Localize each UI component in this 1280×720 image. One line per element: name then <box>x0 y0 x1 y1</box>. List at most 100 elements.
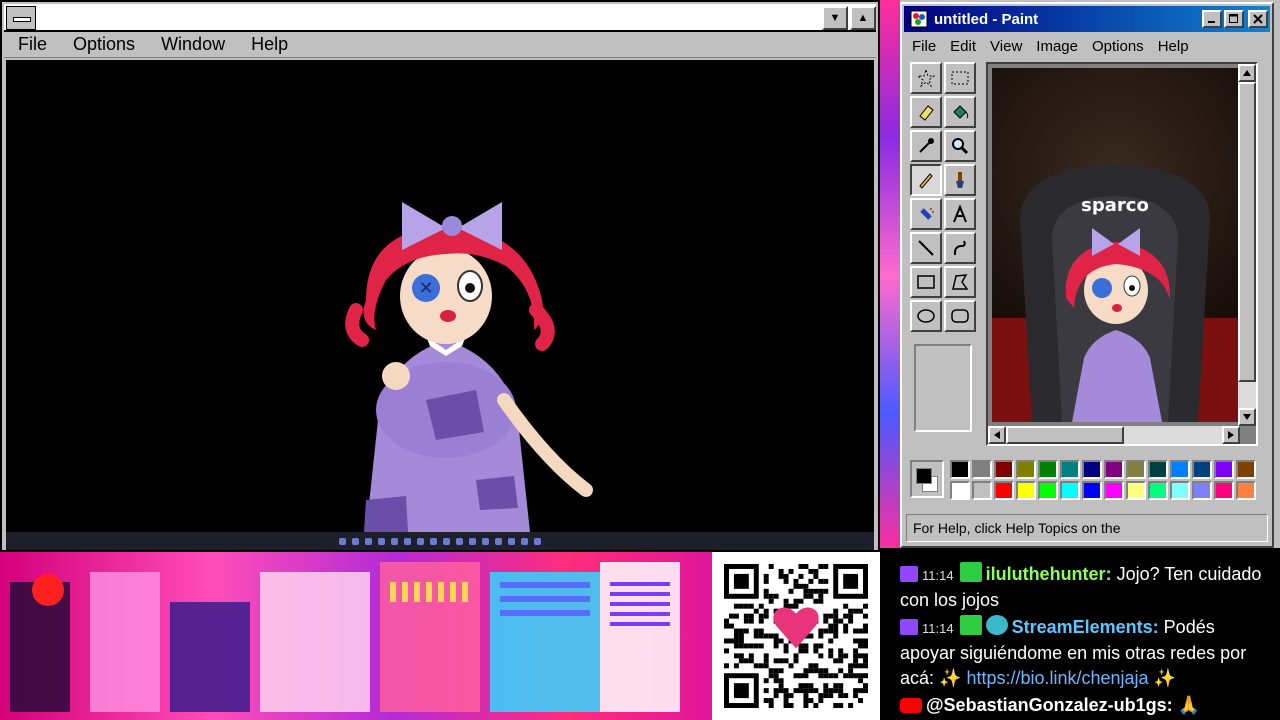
minimize-button[interactable] <box>1202 10 1222 28</box>
taskbar-icon[interactable] <box>482 537 489 545</box>
color-swatch[interactable] <box>950 481 970 500</box>
chat-link[interactable]: https://bio.link/chenjaja <box>966 668 1148 688</box>
paint-menu-view[interactable]: View <box>990 38 1022 55</box>
status-bar: For Help, click Help Topics on the <box>906 514 1268 542</box>
horizontal-scroll-thumb[interactable] <box>1006 426 1124 444</box>
color-swatch[interactable] <box>1126 481 1146 500</box>
color-swatch[interactable] <box>994 460 1014 479</box>
maximize-button[interactable] <box>1224 10 1244 28</box>
color-swatch[interactable] <box>1170 460 1190 479</box>
curve-icon <box>953 240 966 256</box>
current-colors[interactable] <box>910 460 944 498</box>
menu-file[interactable]: File <box>18 34 47 55</box>
rect-select-tool[interactable] <box>944 62 976 94</box>
close-button[interactable] <box>1248 10 1268 28</box>
taskbar-icon[interactable] <box>534 537 541 545</box>
scroll-right-button[interactable] <box>1222 426 1240 444</box>
paint-menu-options[interactable]: Options <box>1092 38 1144 55</box>
rectangle-tool[interactable] <box>910 266 942 298</box>
color-swatch[interactable] <box>972 481 992 500</box>
minimize-button[interactable]: ▼ <box>822 6 848 30</box>
pencil-tool[interactable] <box>910 164 942 196</box>
taskbar-icon[interactable] <box>417 537 424 545</box>
taskbar-icon[interactable] <box>391 537 398 545</box>
curve-tool[interactable] <box>944 232 976 264</box>
menu-options[interactable]: Options <box>73 34 135 55</box>
color-swatch[interactable] <box>1082 460 1102 479</box>
viewer-window: ▼ ▲ File Options Window Help ✕ <box>0 0 880 552</box>
color-swatch[interactable] <box>994 481 1014 500</box>
color-swatch[interactable] <box>1016 481 1036 500</box>
color-swatch[interactable] <box>1038 481 1058 500</box>
color-swatch[interactable] <box>1192 481 1212 500</box>
rounded-rect-tool[interactable] <box>944 300 976 332</box>
color-swatch[interactable] <box>1236 460 1256 479</box>
paint-menu-file[interactable]: File <box>912 38 936 55</box>
color-swatch[interactable] <box>1104 481 1124 500</box>
taskbar-icon[interactable] <box>456 537 463 545</box>
color-swatch[interactable] <box>1214 481 1234 500</box>
scroll-left-button[interactable] <box>988 426 1006 444</box>
free-select-tool[interactable] <box>910 62 942 94</box>
scroll-down-button[interactable] <box>1238 408 1256 426</box>
chat-username[interactable]: @SebastianGonzalez-ub1gs: <box>926 695 1173 715</box>
color-swatch[interactable] <box>950 460 970 479</box>
color-swatch[interactable] <box>1126 460 1146 479</box>
chat-username[interactable]: StreamElements <box>1012 617 1153 637</box>
color-swatch[interactable] <box>1104 460 1124 479</box>
ellipse-tool[interactable] <box>910 300 942 332</box>
palette-swatches <box>950 460 1256 500</box>
color-swatch[interactable] <box>1038 460 1058 479</box>
taskbar-icon[interactable] <box>495 537 502 545</box>
paint-canvas[interactable]: sparco <box>992 68 1238 422</box>
taskbar-icon[interactable] <box>378 537 385 545</box>
color-swatch[interactable] <box>1214 460 1234 479</box>
color-swatch[interactable] <box>972 460 992 479</box>
paint-menu-edit[interactable]: Edit <box>950 38 976 55</box>
color-swatch[interactable] <box>1016 460 1036 479</box>
color-picker-tool[interactable] <box>910 130 942 162</box>
line-tool[interactable] <box>910 232 942 264</box>
viewer-titlebar[interactable]: ▼ ▲ <box>4 4 876 32</box>
paint-menu-help[interactable]: Help <box>1158 38 1189 55</box>
brush-tool[interactable] <box>944 164 976 196</box>
qr-code[interactable] <box>724 564 868 708</box>
scroll-up-button[interactable] <box>1238 64 1256 82</box>
taskbar-icon[interactable] <box>339 537 346 545</box>
color-swatch[interactable] <box>1060 481 1080 500</box>
color-swatch[interactable] <box>1148 481 1168 500</box>
tool-options-box[interactable] <box>914 344 972 432</box>
color-swatch[interactable] <box>1060 460 1080 479</box>
chat-username[interactable]: iluluthehunter <box>986 564 1106 584</box>
color-swatch[interactable] <box>1192 460 1212 479</box>
taskbar-icon[interactable] <box>352 537 359 545</box>
taskbar-icon[interactable] <box>443 537 450 545</box>
taskbar-icon[interactable] <box>521 537 528 545</box>
paint-window: untitled - Paint File Edit View Image Op… <box>900 2 1274 548</box>
menu-window[interactable]: Window <box>161 34 225 55</box>
color-swatch[interactable] <box>1148 460 1168 479</box>
taskbar-icon[interactable] <box>365 537 372 545</box>
foreground-color-swatch[interactable] <box>916 468 932 484</box>
color-swatch[interactable] <box>1082 481 1102 500</box>
taskbar-icon[interactable] <box>469 537 476 545</box>
eraser-tool[interactable] <box>910 96 942 128</box>
taskbar-icon[interactable] <box>430 537 437 545</box>
vertical-scroll-thumb[interactable] <box>1238 82 1256 382</box>
horizontal-scrollbar[interactable] <box>988 426 1240 444</box>
menu-help[interactable]: Help <box>251 34 288 55</box>
text-tool[interactable] <box>944 198 976 230</box>
paint-menu-image[interactable]: Image <box>1036 38 1078 55</box>
paint-titlebar[interactable]: untitled - Paint <box>904 6 1270 32</box>
magnifier-tool[interactable] <box>944 130 976 162</box>
color-swatch[interactable] <box>1170 481 1190 500</box>
vertical-scrollbar[interactable] <box>1238 64 1256 426</box>
maximize-button[interactable]: ▲ <box>850 6 876 30</box>
fill-tool[interactable] <box>944 96 976 128</box>
polygon-tool[interactable] <box>944 266 976 298</box>
airbrush-tool[interactable] <box>910 198 942 230</box>
color-swatch[interactable] <box>1236 481 1256 500</box>
system-menu-button[interactable] <box>6 6 36 30</box>
taskbar-icon[interactable] <box>508 537 515 545</box>
taskbar-icon[interactable] <box>404 537 411 545</box>
